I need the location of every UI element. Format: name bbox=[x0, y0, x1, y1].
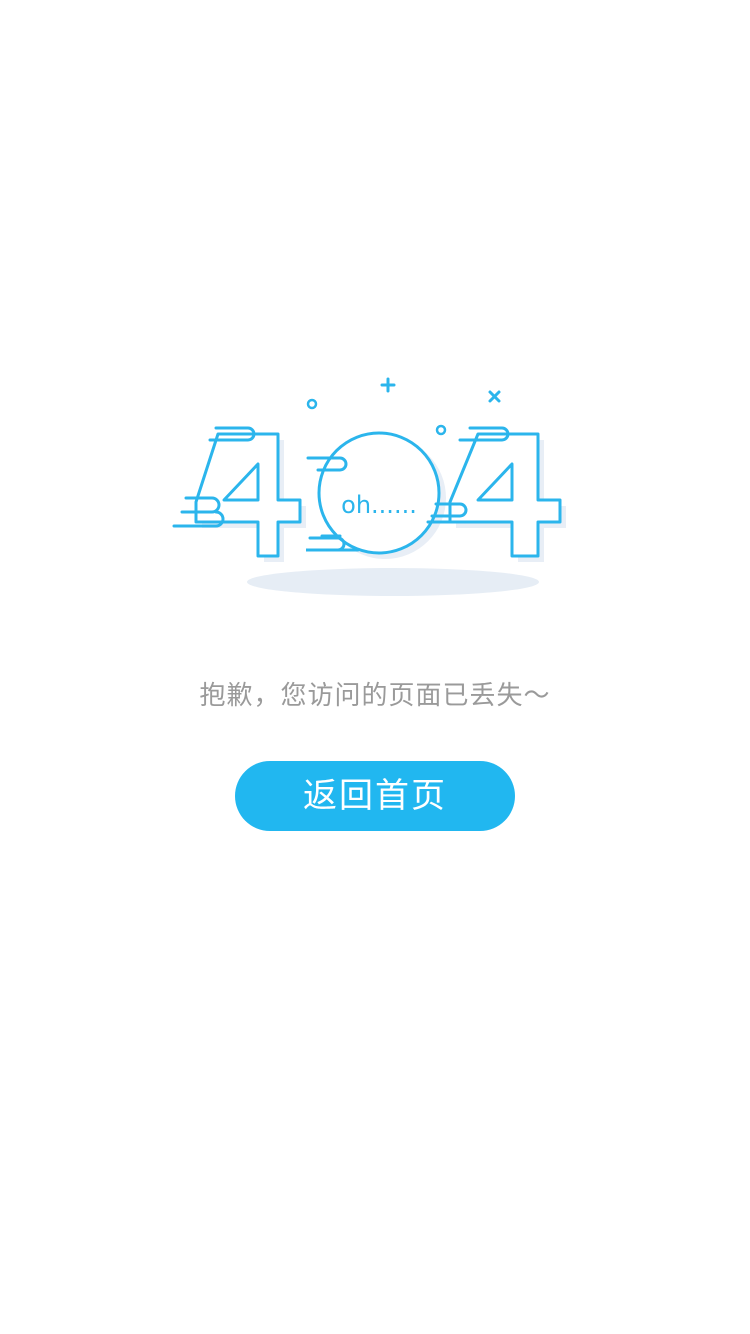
ground-shadow bbox=[247, 568, 539, 596]
plus-sparkle-icon bbox=[380, 377, 396, 393]
oh-bubble: oh...... bbox=[317, 431, 446, 559]
404-illustration-svg: oh...... bbox=[172, 377, 566, 596]
right-four-glyph bbox=[448, 432, 566, 562]
sparkle-circle-icon bbox=[435, 424, 447, 436]
bubble-text: oh...... bbox=[341, 491, 417, 519]
back-to-home-button[interactable]: 返回首页 bbox=[235, 761, 515, 831]
sparkle-circle-icon bbox=[306, 398, 318, 410]
404-illustration: oh...... bbox=[160, 370, 580, 610]
cross-sparkle-icon bbox=[488, 390, 501, 403]
error-message: 抱歉，您访问的页面已丢失～ bbox=[199, 681, 551, 711]
error-page: oh...... 抱歉，您访问的页面已丢失～ 返回首页 bbox=[0, 0, 750, 1334]
